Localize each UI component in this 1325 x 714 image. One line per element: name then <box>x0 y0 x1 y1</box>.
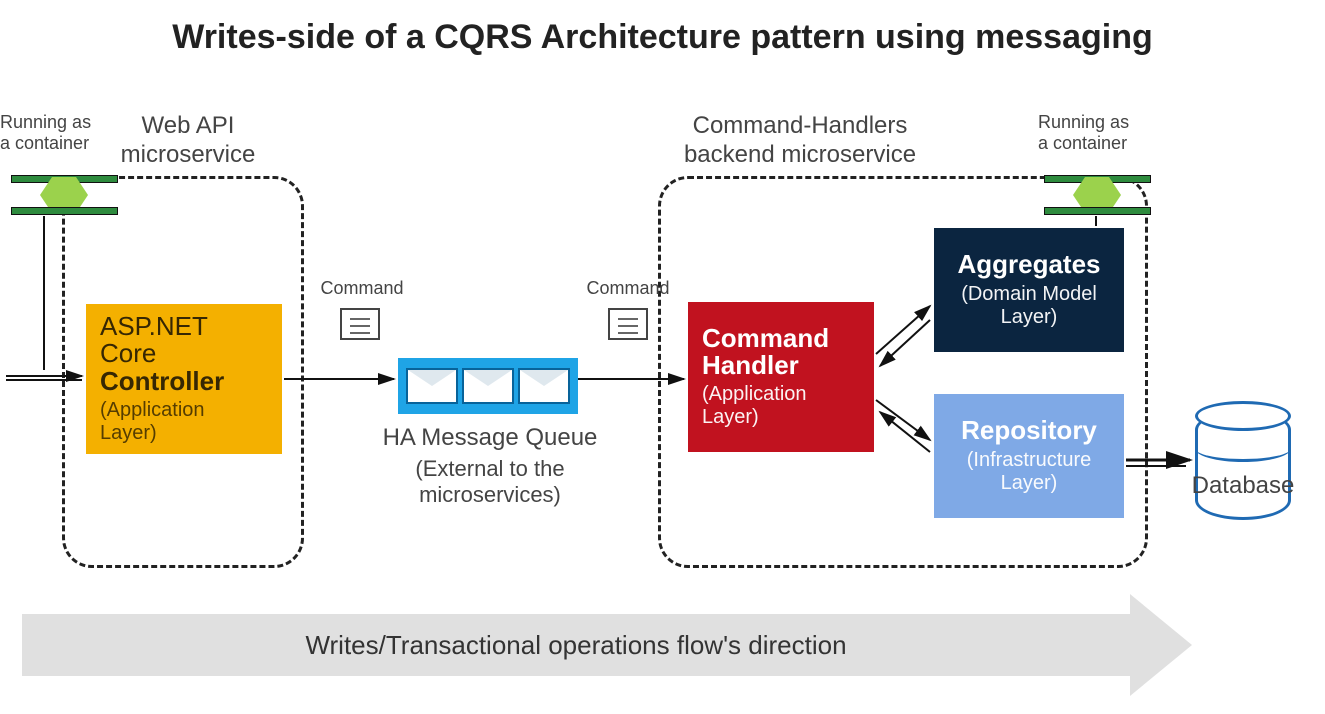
controller-line1: ASP.NET Core <box>100 313 268 368</box>
aggregates-title: Aggregates <box>957 251 1100 278</box>
backend-microservice-label: Command-Handlers backend microservice <box>640 112 960 170</box>
container-icon <box>12 176 117 214</box>
envelope-icon <box>464 370 512 402</box>
container-icon <box>1045 176 1150 214</box>
controller-line2: Controller <box>100 368 268 395</box>
controller-sub: (Application Layer) <box>100 399 268 445</box>
envelope-icon <box>408 370 456 402</box>
repository-title: Repository <box>961 417 1097 444</box>
web-api-microservice-label: Web API microservice <box>118 112 258 170</box>
flow-direction-text: Writes/Transactional operations flow's d… <box>305 630 846 661</box>
aspnet-core-controller-box: ASP.NET Core Controller (Application Lay… <box>86 304 282 454</box>
flow-direction-arrow: Writes/Transactional operations flow's d… <box>22 614 1130 676</box>
handler-title: Command Handler <box>702 325 860 380</box>
envelope-icon <box>520 370 568 402</box>
repository-box: Repository (Infrastructure Layer) <box>934 394 1124 518</box>
aggregates-box: Aggregates (Domain Model Layer) <box>934 228 1124 352</box>
diagram-title: Writes-side of a CQRS Architecture patte… <box>0 18 1325 57</box>
database-label: Database <box>1182 472 1304 501</box>
database-cylinder <box>1195 410 1291 520</box>
running-as-container-right-label: Running as a container <box>1038 112 1136 153</box>
command-handler-box: Command Handler (Application Layer) <box>688 302 874 452</box>
handler-sub: (Application Layer) <box>702 383 860 429</box>
message-queue <box>398 358 578 414</box>
command-label: Command <box>312 278 412 299</box>
memo-icon <box>340 308 380 340</box>
queue-sub: (External to the microservices) <box>380 456 600 509</box>
running-as-container-left-label: Running as a container <box>0 112 98 153</box>
memo-icon <box>608 308 648 340</box>
repository-sub: (Infrastructure Layer) <box>967 449 1091 495</box>
command-label: Command <box>578 278 678 299</box>
queue-title: HA Message Queue <box>380 424 600 453</box>
aggregates-sub: (Domain Model Layer) <box>961 283 1097 329</box>
